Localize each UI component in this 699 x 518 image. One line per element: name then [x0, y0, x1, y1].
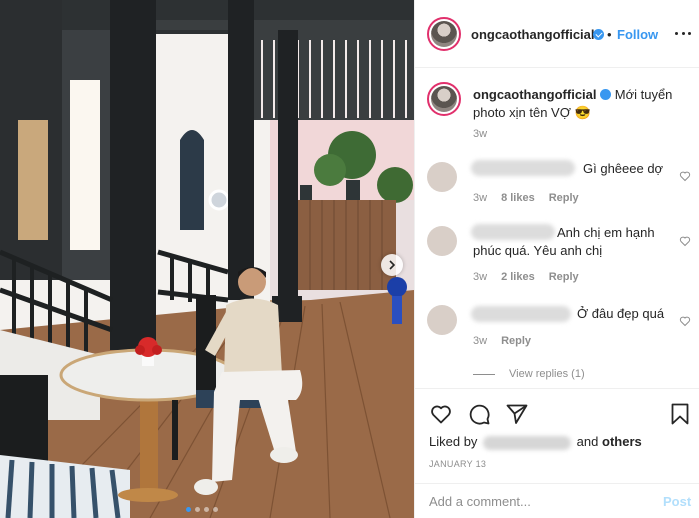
- carousel-indicators: [186, 507, 218, 512]
- bookmark-icon[interactable]: [668, 402, 692, 426]
- likes-summary: Liked by and others: [429, 434, 642, 450]
- divider: [473, 373, 495, 375]
- comment-text: Ở đâu đẹp quá: [577, 306, 665, 321]
- post-photo[interactable]: [0, 0, 414, 518]
- post-comment-button[interactable]: Post: [663, 494, 691, 509]
- instagram-post: ongcaothangofficial • Follow ongcaothang…: [0, 0, 699, 518]
- carousel-dot: [213, 507, 218, 512]
- header-username[interactable]: ongcaothangofficial: [471, 27, 595, 42]
- avatar-image: [431, 21, 457, 47]
- verified-badge-icon: [593, 29, 604, 40]
- liked-by-others[interactable]: others: [602, 434, 642, 449]
- heart-icon[interactable]: [679, 170, 691, 182]
- heart-icon[interactable]: [679, 235, 691, 247]
- comment-meta: 3w 8 likes Reply: [473, 192, 579, 204]
- view-replies-label: View replies (1): [509, 368, 585, 380]
- comment-input[interactable]: [429, 494, 639, 509]
- follow-button[interactable]: Follow: [617, 27, 658, 42]
- comment-username-blurred[interactable]: [471, 160, 575, 176]
- reply-button[interactable]: Reply: [549, 192, 579, 204]
- liked-by-username-blurred[interactable]: [483, 435, 572, 450]
- caption-avatar[interactable]: [427, 82, 461, 116]
- comment-avatar[interactable]: [427, 162, 457, 192]
- carousel-next-button[interactable]: [381, 254, 403, 276]
- heart-icon[interactable]: [679, 315, 691, 327]
- comment-bar: Post: [415, 483, 699, 518]
- post-header: ongcaothangofficial • Follow: [415, 0, 699, 68]
- comment-time: 3w: [473, 271, 488, 283]
- comment-icon[interactable]: [467, 402, 491, 426]
- avatar[interactable]: [427, 17, 461, 51]
- verified-badge-icon: [600, 89, 612, 100]
- share-icon[interactable]: [505, 402, 529, 426]
- heart-icon[interactable]: [429, 402, 453, 426]
- comment-text: Anh chị em hạnh phúc quá. Yêu anh chị: [473, 225, 655, 258]
- separator: •: [607, 27, 612, 42]
- comment-likes[interactable]: 8 likes: [501, 192, 535, 204]
- comment-meta: 3w Reply: [473, 335, 531, 347]
- avatar-image: [431, 86, 457, 112]
- post-side-panel: ongcaothangofficial • Follow ongcaothang…: [414, 0, 699, 518]
- caption-time: 3w: [473, 128, 488, 140]
- photo-scene: [0, 0, 414, 518]
- carousel-dot: [186, 507, 191, 512]
- post-date: JANUARY 13: [429, 459, 487, 469]
- view-replies-button[interactable]: View replies (1): [473, 368, 585, 380]
- caption: ongcaothangofficial Mới tuyển photo xịn …: [473, 86, 683, 122]
- reply-button[interactable]: Reply: [501, 335, 531, 347]
- more-horizontal-icon[interactable]: [675, 32, 691, 36]
- liked-by-prefix: Liked by: [429, 434, 478, 449]
- post-actions: Liked by and others JANUARY 13 Post: [415, 388, 699, 518]
- carousel-dot: [204, 507, 209, 512]
- comment-text: Gì ghêeee dợ: [583, 161, 664, 176]
- caption-username[interactable]: ongcaothangofficial: [473, 87, 597, 102]
- comment-username-blurred[interactable]: [471, 306, 571, 322]
- comment-avatar[interactable]: [427, 305, 457, 335]
- comment-avatar[interactable]: [427, 226, 457, 256]
- liked-by-middle: and: [576, 434, 599, 449]
- comment-time: 3w: [473, 335, 488, 347]
- chevron-right-icon: [389, 260, 396, 270]
- comment-time: 3w: [473, 192, 488, 204]
- carousel-dot: [195, 507, 200, 512]
- comment-likes[interactable]: 2 likes: [501, 271, 535, 283]
- reply-button[interactable]: Reply: [549, 271, 579, 283]
- comment-meta: 3w 2 likes Reply: [473, 271, 579, 283]
